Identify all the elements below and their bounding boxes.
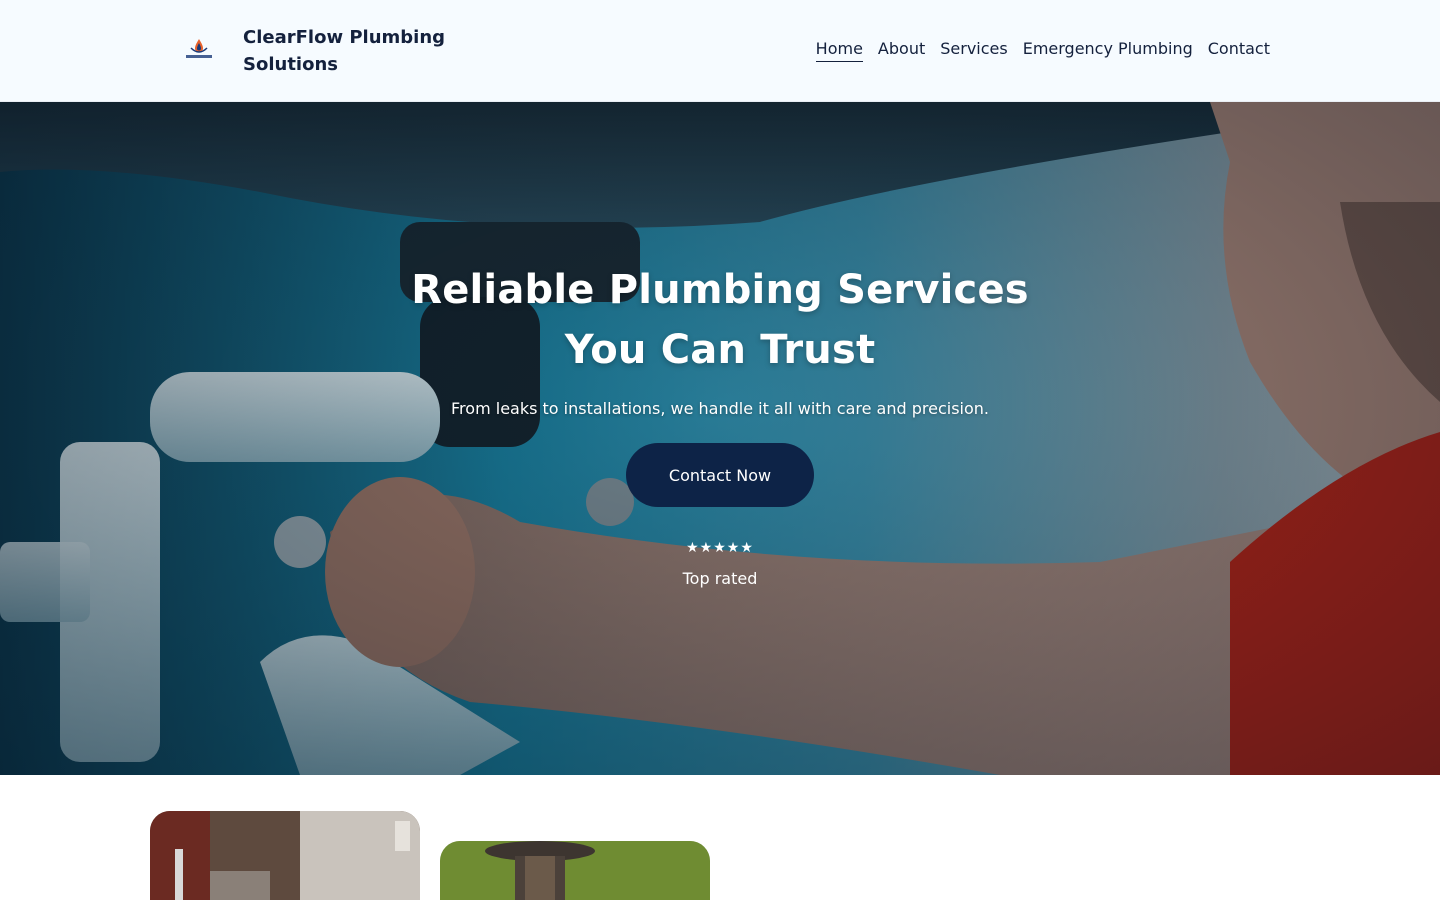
hero-overlay bbox=[0, 102, 1440, 775]
service-card-image[interactable] bbox=[150, 811, 420, 900]
hero-title: Reliable Plumbing Services You Can Trust bbox=[411, 267, 1029, 373]
faucet-photo bbox=[150, 811, 420, 900]
contact-now-button[interactable]: Contact Now bbox=[626, 443, 814, 507]
nav-contact[interactable]: Contact bbox=[1208, 39, 1270, 62]
main-nav: Home About Services Emergency Plumbing C… bbox=[815, 39, 1270, 62]
five-star-rating-icon: ★★★★★ bbox=[686, 540, 754, 556]
service-card-image[interactable] bbox=[440, 841, 710, 900]
rating-label: Top rated bbox=[682, 569, 758, 588]
hero-section: Reliable Plumbing Services You Can Trust… bbox=[0, 102, 1440, 775]
nav-about[interactable]: About bbox=[878, 39, 925, 62]
nav-home[interactable]: Home bbox=[815, 39, 863, 62]
site-header: ClearFlow Plumbing Solutions Home About … bbox=[0, 0, 1440, 102]
nav-emergency-plumbing[interactable]: Emergency Plumbing bbox=[1023, 39, 1193, 62]
pipe-valve-photo bbox=[440, 841, 710, 900]
nav-services[interactable]: Services bbox=[940, 39, 1007, 62]
brand-name[interactable]: ClearFlow Plumbing Solutions bbox=[243, 24, 453, 78]
hero-subtitle: From leaks to installations, we handle i… bbox=[451, 399, 989, 418]
clearflow-logo-icon[interactable] bbox=[184, 36, 214, 62]
